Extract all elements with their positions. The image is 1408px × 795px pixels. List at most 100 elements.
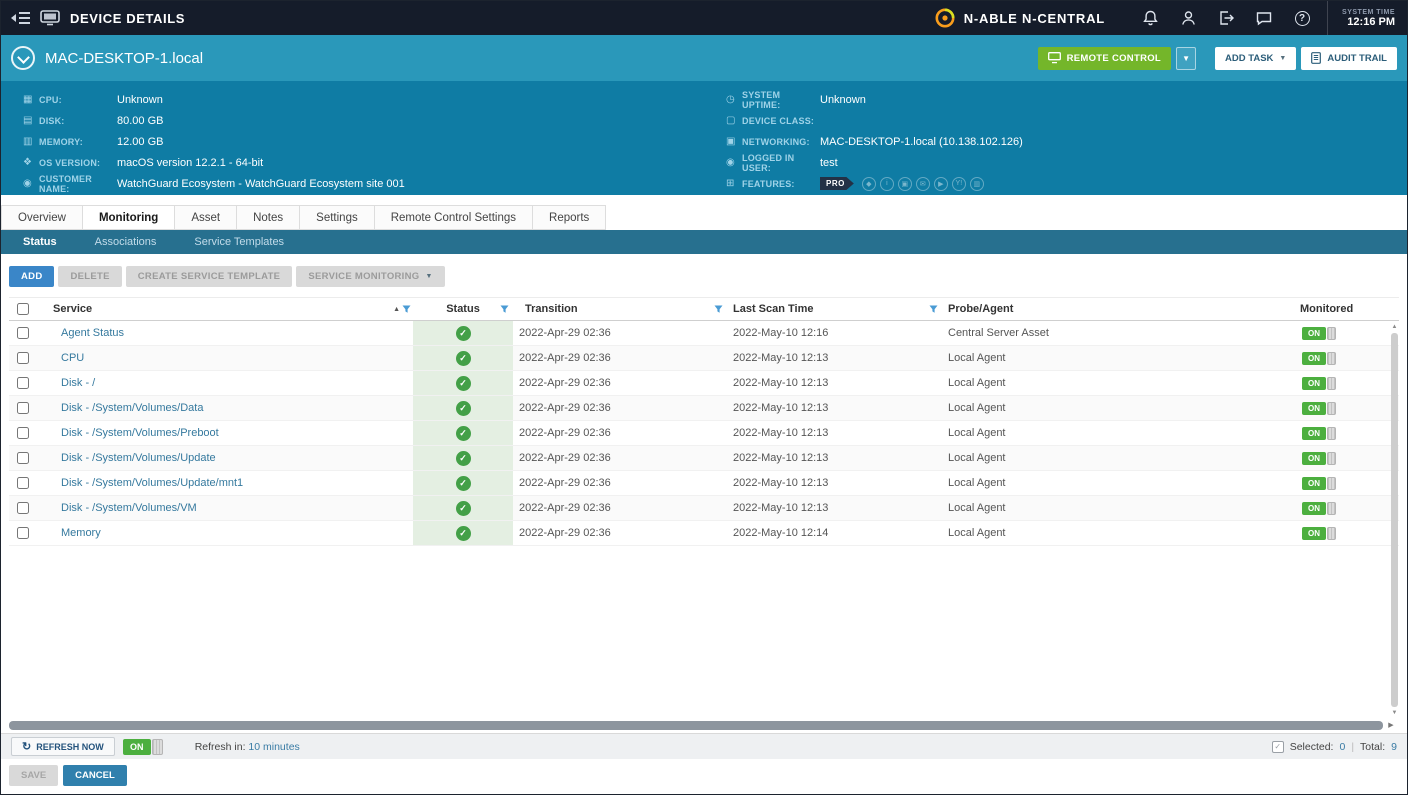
- service-link[interactable]: Agent Status: [61, 327, 124, 339]
- filter-icon[interactable]: [402, 305, 411, 314]
- status-cell: ✓: [413, 346, 513, 370]
- filter-icon[interactable]: [929, 305, 938, 314]
- chevron-down-icon: ▼: [1279, 55, 1286, 62]
- refresh-now-button[interactable]: ↻ REFRESH NOW: [11, 737, 115, 756]
- monitored-toggle[interactable]: ON: [1302, 327, 1336, 340]
- service-link[interactable]: Disk - /System/Volumes/VM: [61, 502, 197, 514]
- monitored-toggle[interactable]: ON: [1302, 427, 1336, 440]
- tab-reports[interactable]: Reports: [533, 205, 606, 230]
- monitored-toggle[interactable]: ON: [1302, 402, 1336, 415]
- tab-remote-control-settings[interactable]: Remote Control Settings: [375, 205, 533, 230]
- add-button[interactable]: ADD: [9, 266, 54, 287]
- row-select-cell: [9, 371, 45, 395]
- help-icon[interactable]: ?: [1283, 1, 1321, 35]
- horizontal-scroll-thumb[interactable]: [9, 721, 1383, 730]
- remote-control-button[interactable]: REMOTE CONTROL: [1038, 47, 1171, 70]
- status-ok-icon: ✓: [456, 401, 471, 416]
- service-link[interactable]: Disk - /System/Volumes/Update: [61, 452, 216, 464]
- scroll-up-icon[interactable]: ▲: [1392, 323, 1398, 331]
- last-scan-time-cell: 2022-May-10 12:13: [727, 471, 942, 495]
- toggle-on-label: ON: [1302, 377, 1326, 390]
- pro-badge: PRO: [820, 177, 854, 190]
- vertical-scroll-thumb[interactable]: [1391, 333, 1398, 707]
- row-checkbox[interactable]: [17, 352, 29, 364]
- networking-icon: ▣: [726, 136, 742, 147]
- service-link[interactable]: Disk - /: [61, 377, 95, 389]
- yahoo-icon: Y!: [952, 177, 966, 191]
- subtab-service-templates[interactable]: Service Templates: [194, 236, 284, 248]
- column-header-last-scan-time[interactable]: Last Scan Time: [727, 298, 942, 320]
- row-checkbox[interactable]: [17, 502, 29, 514]
- column-header-status[interactable]: Status: [413, 298, 513, 320]
- scroll-down-icon[interactable]: ▼: [1392, 709, 1398, 717]
- service-link[interactable]: Disk - /System/Volumes/Preboot: [61, 427, 219, 439]
- column-header-probe-agent[interactable]: Probe/Agent: [942, 298, 1294, 320]
- user-account-icon[interactable]: [1169, 1, 1207, 35]
- monitored-toggle[interactable]: ON: [1302, 502, 1336, 515]
- save-button[interactable]: SAVE: [9, 765, 58, 786]
- subtab-associations[interactable]: Associations: [95, 236, 157, 248]
- vertical-scrollbar[interactable]: ▲ ▼: [1390, 323, 1399, 717]
- tab-overview[interactable]: Overview: [1, 205, 83, 230]
- sidebar-collapse-icon[interactable]: [11, 12, 30, 24]
- monitored-toggle[interactable]: ON: [1302, 352, 1336, 365]
- horizontal-scrollbar[interactable]: ▶: [9, 719, 1399, 731]
- tab-settings[interactable]: Settings: [300, 205, 375, 230]
- service-link[interactable]: Memory: [61, 527, 101, 539]
- info-row: ▣NETWORKING:MAC-DESKTOP-1.local (10.138.…: [726, 131, 1407, 152]
- status-band: ✓: [413, 321, 513, 345]
- monitored-toggle[interactable]: ON: [1302, 527, 1336, 540]
- service-header-label: Service: [53, 303, 92, 315]
- probe-agent-cell: Local Agent: [942, 396, 1294, 420]
- row-checkbox[interactable]: [17, 327, 29, 339]
- transition-cell: 2022-Apr-29 02:36: [513, 396, 727, 420]
- filter-icon[interactable]: [500, 305, 509, 314]
- add-task-button[interactable]: ADD TASK ▼: [1215, 47, 1296, 70]
- selected-label: Selected:: [1290, 741, 1334, 753]
- column-header-transition[interactable]: Transition: [513, 298, 727, 320]
- toggle-knob: [1327, 502, 1336, 515]
- delete-button[interactable]: DELETE: [58, 266, 121, 287]
- auto-refresh-toggle[interactable]: ON: [123, 739, 163, 755]
- toggle-knob: [1327, 527, 1336, 540]
- notifications-bell-icon[interactable]: [1131, 1, 1169, 35]
- service-monitoring-button[interactable]: SERVICE MONITORING ▼: [296, 266, 444, 287]
- info-label: FEATURES:: [742, 179, 820, 189]
- row-checkbox[interactable]: [17, 452, 29, 464]
- row-checkbox[interactable]: [17, 377, 29, 389]
- monitored-toggle[interactable]: ON: [1302, 377, 1336, 390]
- monitored-toggle[interactable]: ON: [1302, 452, 1336, 465]
- column-header-service[interactable]: Service ▲: [45, 298, 413, 320]
- service-link[interactable]: CPU: [61, 352, 84, 364]
- info-row: ▤DISK:80.00 GB: [23, 110, 704, 131]
- audit-trail-button[interactable]: AUDIT TRAIL: [1301, 47, 1397, 70]
- row-checkbox[interactable]: [17, 427, 29, 439]
- chat-icon[interactable]: [1245, 1, 1283, 35]
- select-all-checkbox[interactable]: [17, 303, 29, 315]
- logout-icon[interactable]: [1207, 1, 1245, 35]
- total-label: Total:: [1360, 741, 1385, 753]
- status-ok-icon: ✓: [456, 351, 471, 366]
- collapse-device-panel-icon[interactable]: [11, 46, 35, 70]
- subtab-status[interactable]: Status: [23, 236, 57, 248]
- sort-asc-icon[interactable]: ▲: [393, 306, 400, 313]
- status-cell: ✓: [413, 321, 513, 345]
- service-link[interactable]: Disk - /System/Volumes/Data: [61, 402, 203, 414]
- row-checkbox[interactable]: [17, 527, 29, 539]
- cancel-button[interactable]: CANCEL: [63, 765, 127, 786]
- remote-control-dropdown[interactable]: ▼: [1176, 47, 1196, 70]
- divider: |: [1351, 741, 1354, 753]
- monitored-toggle[interactable]: ON: [1302, 477, 1336, 490]
- service-link[interactable]: Disk - /System/Volumes/Update/mnt1: [61, 477, 243, 489]
- tab-monitoring[interactable]: Monitoring: [83, 205, 175, 230]
- scroll-right-icon[interactable]: ▶: [1383, 721, 1399, 729]
- refresh-interval-link[interactable]: 10 minutes: [248, 741, 299, 753]
- row-checkbox[interactable]: [17, 402, 29, 414]
- tab-notes[interactable]: Notes: [237, 205, 300, 230]
- row-checkbox[interactable]: [17, 477, 29, 489]
- create-service-template-button[interactable]: CREATE SERVICE TEMPLATE: [126, 266, 293, 287]
- info-label: SYSTEM UPTIME:: [742, 90, 820, 110]
- tab-asset[interactable]: Asset: [175, 205, 237, 230]
- table-row: Disk - /System/Volumes/VM✓2022-Apr-29 02…: [9, 496, 1399, 521]
- filter-icon[interactable]: [714, 305, 723, 314]
